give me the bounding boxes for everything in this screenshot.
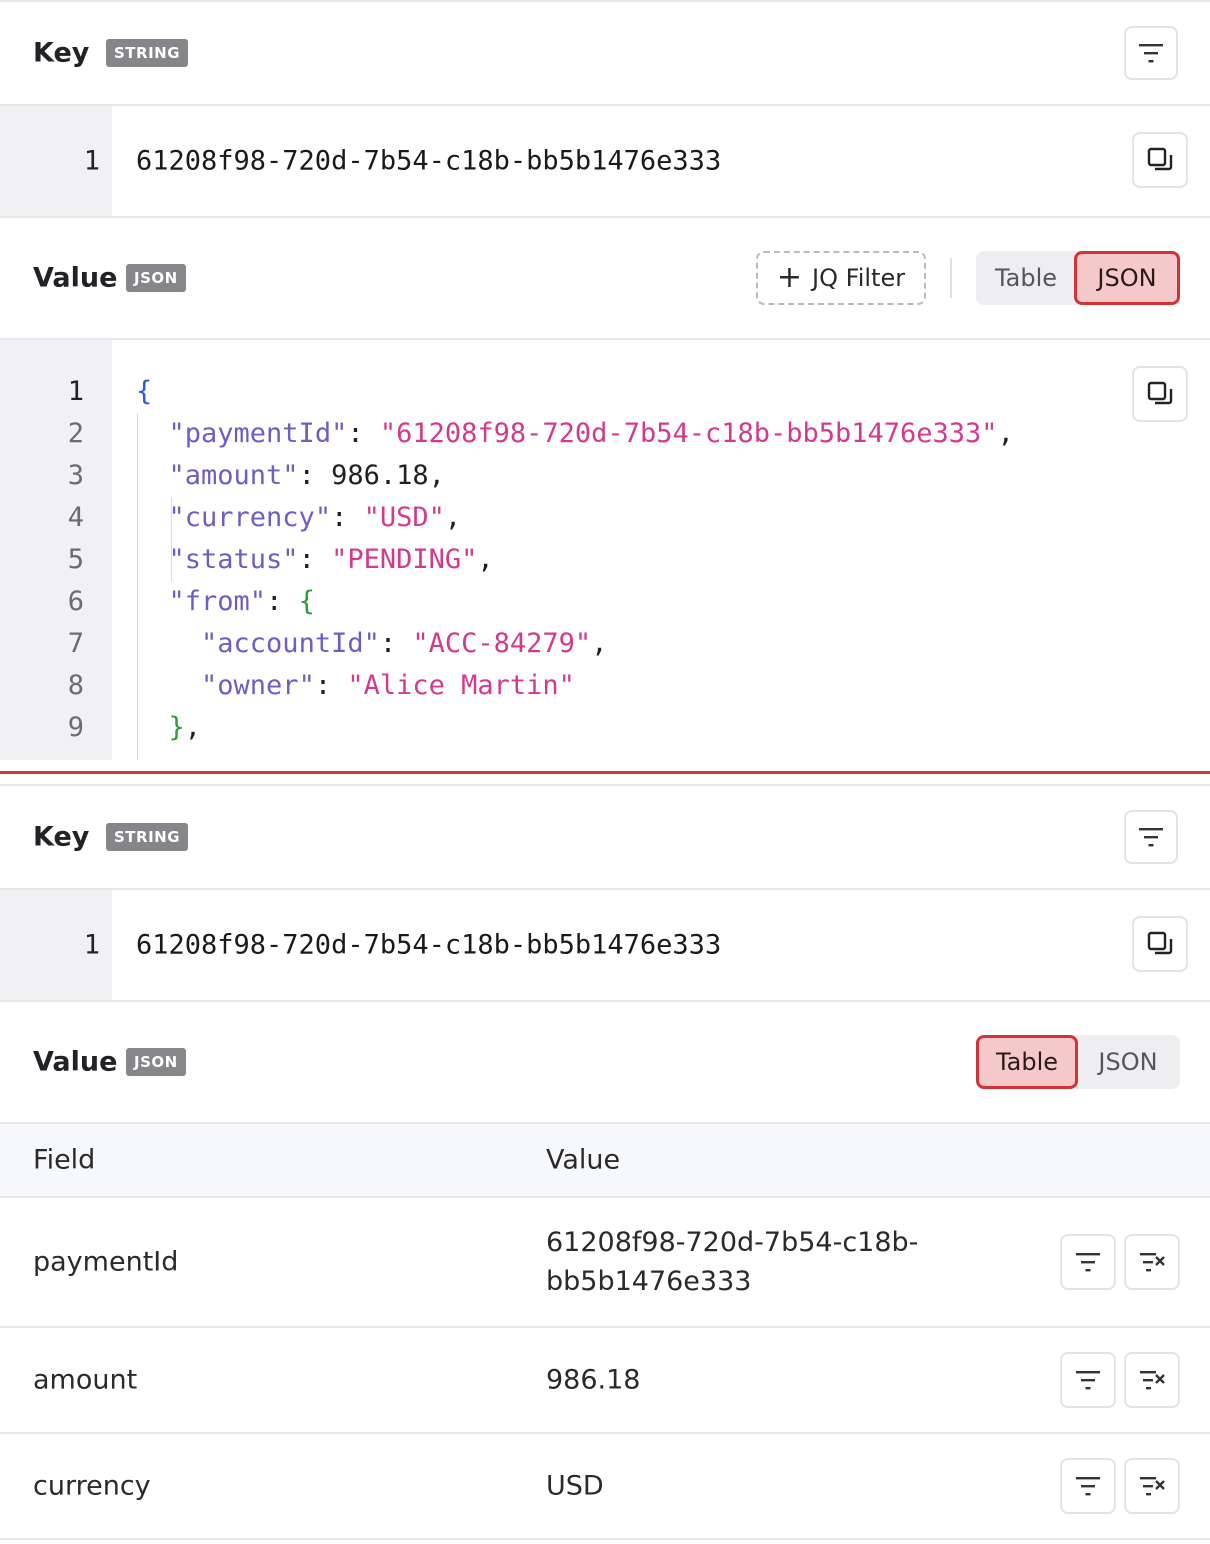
copy-icon	[1147, 931, 1173, 955]
code-text: "amount": 986.18,	[168, 460, 445, 491]
value-title: Value	[33, 1046, 118, 1078]
code-line: 6 "from": {	[0, 581, 1210, 623]
code-text: "currency": "USD",	[168, 502, 462, 533]
filter-by-value-button[interactable]	[1060, 1458, 1116, 1514]
code-text: {	[136, 376, 153, 407]
record-panel-json-view: Key STRING 1 61208f98-720d-7b54-c18b-bb5…	[0, 0, 1210, 760]
line-number: 1	[83, 929, 100, 961]
key-editor: 1 61208f98-720d-7b54-c18b-bb5b1476e333	[0, 890, 1210, 1002]
view-toggle: Table JSON	[976, 251, 1180, 305]
field-name: currency	[33, 1470, 151, 1502]
line-number: 6	[67, 586, 84, 617]
field-value-line: 61208f98-720d-7b54-c18b-	[546, 1227, 919, 1258]
value-type-tag: JSON	[126, 1048, 186, 1076]
copy-key-button[interactable]	[1132, 916, 1188, 972]
key-editor: 1 61208f98-720d-7b54-c18b-bb5b1476e333	[0, 106, 1210, 218]
record-panel-table-view: Key STRING 1 61208f98-720d-7b54-c18b-bb5…	[0, 784, 1210, 1544]
field-value: USD	[546, 1470, 604, 1502]
table-header: Field Value	[0, 1124, 1210, 1198]
key-title: Key	[33, 821, 90, 853]
filter-icon	[1139, 828, 1163, 847]
copy-icon	[1147, 147, 1173, 171]
filter-by-value-button[interactable]	[1060, 1352, 1116, 1408]
key-header: Key STRING	[0, 0, 1210, 106]
value-type-tag: JSON	[126, 264, 186, 292]
plus-icon: +	[776, 260, 803, 295]
key-filter-button[interactable]	[1124, 810, 1178, 864]
line-number: 9	[67, 712, 84, 743]
table-view-button[interactable]: Table	[976, 251, 1076, 305]
value-title: Value	[33, 262, 118, 294]
line-number: 8	[67, 670, 84, 701]
field-value: 986.18	[546, 1364, 641, 1396]
table-view-button[interactable]: Table	[976, 1035, 1078, 1089]
value-header: Value JSON Table JSON	[0, 1002, 1210, 1124]
table-row: currency USD	[0, 1434, 1210, 1540]
line-number: 5	[67, 544, 84, 575]
code-text: "owner": "Alice Martin"	[201, 670, 575, 701]
line-number: 3	[67, 460, 84, 491]
code-line: 9 },	[0, 707, 1210, 749]
value-column-header: Value	[546, 1144, 621, 1176]
filter-icon	[1076, 1371, 1100, 1390]
field-value-line: bb5b1476e333	[546, 1266, 752, 1297]
value-header: Value JSON + JQ Filter Table JSON	[0, 218, 1210, 340]
toolbar-divider	[950, 258, 952, 298]
code-line: 3 "amount": 986.18,	[0, 455, 1210, 497]
field-value: 61208f98-720d-7b54-c18b- bb5b1476e333	[546, 1223, 946, 1301]
key-value: 61208f98-720d-7b54-c18b-bb5b1476e333	[136, 929, 722, 961]
line-number: 1	[67, 376, 84, 407]
line-number: 2	[67, 418, 84, 449]
line-number: 7	[67, 628, 84, 659]
code-text: "accountId": "ACC-84279",	[201, 628, 608, 659]
code-lines: 1{2 "paymentId": "61208f98-720d-7b54-c18…	[0, 371, 1210, 749]
table-row: amount 986.18	[0, 1328, 1210, 1434]
field-column-header: Field	[33, 1144, 96, 1176]
key-header: Key STRING	[0, 784, 1210, 890]
key-filter-button[interactable]	[1124, 26, 1178, 80]
key-value: 61208f98-720d-7b54-c18b-bb5b1476e333	[136, 145, 722, 177]
code-text: "from": {	[168, 586, 315, 617]
code-text: "paymentId": "61208f98-720d-7b54-c18b-bb…	[168, 418, 1014, 449]
code-line: 7 "accountId": "ACC-84279",	[0, 623, 1210, 665]
filter-icon	[1139, 44, 1163, 63]
copy-key-button[interactable]	[1132, 132, 1188, 188]
key-type-tag: STRING	[106, 39, 189, 67]
exclude-value-button[interactable]	[1124, 1458, 1180, 1514]
filter-icon	[1076, 1477, 1100, 1496]
view-toggle: Table JSON	[976, 1035, 1180, 1089]
code-line: 5 "status": "PENDING",	[0, 539, 1210, 581]
exclude-value-button[interactable]	[1124, 1352, 1180, 1408]
key-title: Key	[33, 37, 90, 69]
line-number: 1	[83, 145, 100, 177]
code-line: 4 "currency": "USD",	[0, 497, 1210, 539]
json-code-viewer: 1{2 "paymentId": "61208f98-720d-7b54-c18…	[0, 340, 1210, 760]
code-line: 8 "owner": "Alice Martin"	[0, 665, 1210, 707]
code-line: 1{	[0, 371, 1210, 413]
filter-exclude-icon	[1140, 1371, 1165, 1390]
field-name: paymentId	[33, 1246, 179, 1278]
filter-icon	[1076, 1253, 1100, 1272]
filter-exclude-icon	[1140, 1477, 1165, 1496]
copy-icon	[1147, 381, 1173, 405]
line-number: 4	[67, 502, 84, 533]
code-text: },	[168, 712, 202, 743]
jq-filter-button[interactable]: + JQ Filter	[756, 251, 926, 305]
json-view-button[interactable]: JSON	[1076, 1035, 1180, 1089]
copy-value-button[interactable]	[1132, 366, 1188, 422]
exclude-value-button[interactable]	[1124, 1234, 1180, 1290]
code-line: 2 "paymentId": "61208f98-720d-7b54-c18b-…	[0, 413, 1210, 455]
comparison-divider	[0, 771, 1210, 774]
code-text: "status": "PENDING",	[168, 544, 494, 575]
field-name: amount	[33, 1364, 138, 1396]
filter-by-value-button[interactable]	[1060, 1234, 1116, 1290]
table-row: paymentId 61208f98-720d-7b54-c18b- bb5b1…	[0, 1198, 1210, 1328]
jq-filter-label: JQ Filter	[812, 264, 906, 292]
json-view-button[interactable]: JSON	[1074, 251, 1180, 305]
key-type-tag: STRING	[106, 823, 189, 851]
filter-exclude-icon	[1140, 1253, 1165, 1272]
